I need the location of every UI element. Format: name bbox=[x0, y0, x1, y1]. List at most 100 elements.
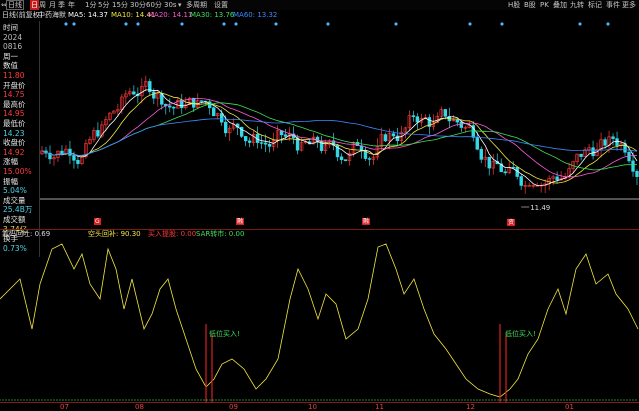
event-tag-2[interactable]: 融 bbox=[362, 218, 371, 225]
period-tab-12[interactable]: 30s bbox=[164, 0, 177, 10]
candle bbox=[216, 112, 220, 120]
indicator-legend-item-1: 买入提股: 0.00 bbox=[148, 230, 197, 238]
candle bbox=[259, 134, 264, 149]
candle bbox=[515, 166, 519, 180]
candle bbox=[531, 184, 535, 189]
info-field-7: 14.75 bbox=[3, 90, 25, 100]
period-tab-10[interactable]: 30分 bbox=[130, 0, 146, 10]
indicator-line bbox=[0, 243, 639, 398]
candle bbox=[447, 107, 452, 129]
ma30-line bbox=[41, 102, 637, 171]
candle bbox=[343, 159, 348, 162]
candle bbox=[551, 174, 555, 186]
candle bbox=[140, 78, 144, 104]
event-marker-diamond bbox=[274, 22, 278, 26]
period-tab-11[interactable]: 60分 bbox=[146, 0, 162, 10]
info-field-15: 15.00% bbox=[3, 167, 32, 176]
pk-icon[interactable]: PK bbox=[540, 0, 549, 10]
candle bbox=[571, 160, 575, 173]
month-tick-1: 08 bbox=[135, 403, 144, 411]
info-field-20: 成交额 bbox=[3, 215, 26, 224]
nine-turn-icon[interactable]: 九转 bbox=[570, 0, 584, 10]
ma-legend-item-2[interactable]: MA20: 14.11 bbox=[148, 10, 192, 21]
info-field-9: 14.95 bbox=[3, 109, 25, 119]
candle bbox=[575, 153, 579, 166]
period-tab-3[interactable]: 周 bbox=[39, 0, 46, 10]
candle bbox=[623, 139, 627, 156]
candle bbox=[204, 100, 208, 105]
period-tab-7[interactable]: 1分 bbox=[85, 0, 96, 10]
period-tab-8[interactable]: 5分 bbox=[98, 0, 109, 10]
candle bbox=[148, 78, 152, 95]
period-tab-2[interactable]: 日 bbox=[30, 0, 39, 10]
period-tab-15[interactable]: 设置 bbox=[214, 0, 228, 10]
mark-icon[interactable]: 标记 bbox=[588, 0, 602, 10]
event-tag-0[interactable]: G bbox=[94, 218, 101, 225]
candle bbox=[68, 140, 72, 164]
candle bbox=[76, 156, 80, 169]
candle bbox=[40, 145, 44, 155]
candle bbox=[487, 156, 491, 176]
candle bbox=[407, 110, 412, 131]
overlay-icon[interactable]: 叠加 bbox=[553, 0, 567, 10]
candle bbox=[335, 143, 340, 162]
period-tab-9[interactable]: 15分 bbox=[112, 0, 128, 10]
info-field-2: 0816 bbox=[3, 42, 23, 52]
hk-share-icon[interactable]: H股 bbox=[508, 0, 520, 10]
candle bbox=[635, 169, 639, 185]
candle bbox=[168, 98, 172, 113]
candle bbox=[491, 154, 495, 175]
candle bbox=[235, 123, 240, 135]
ma10-line bbox=[41, 91, 638, 184]
ma-legend-item-0[interactable]: MA5: 14.37 bbox=[68, 10, 108, 21]
candle bbox=[379, 127, 384, 151]
ma60-line bbox=[41, 118, 638, 156]
info-field-19: 25.4B万 bbox=[3, 205, 33, 215]
candlestick-chart[interactable]: 11.49 bbox=[40, 21, 639, 211]
period-tab-13[interactable]: ▾ bbox=[178, 0, 182, 10]
indicator-chart[interactable] bbox=[0, 239, 639, 402]
info-field-12: 收盘价 bbox=[3, 138, 26, 148]
info-field-17: 5.04% bbox=[3, 186, 27, 196]
candle bbox=[108, 111, 112, 122]
indicator-legend: 筹码回吐: 0.69 空头回补: 90.30 买入提股: 0.00 SAR转市: 0.… bbox=[0, 229, 639, 239]
ma20-line bbox=[41, 97, 638, 178]
candle bbox=[439, 106, 444, 119]
info-field-5: 11.80 bbox=[3, 71, 25, 80]
candle bbox=[208, 99, 212, 115]
event-marker-diamond bbox=[500, 22, 504, 26]
period-tab-14[interactable]: 多周期 bbox=[186, 0, 207, 10]
candle bbox=[471, 121, 475, 142]
event-tag-3[interactable]: 资 bbox=[507, 219, 516, 226]
info-field-1: 2024 bbox=[3, 32, 23, 42]
buy-signal-label-0: 低位买入! bbox=[209, 330, 240, 338]
candle bbox=[363, 146, 368, 162]
indicator-legend-item-2: SAR转市: 0.00 bbox=[196, 230, 245, 238]
event-marker-diamond bbox=[394, 22, 398, 26]
candle bbox=[479, 146, 483, 164]
info-field-14: 涨幅 bbox=[3, 157, 18, 167]
indicator-title[interactable]: 筹码回吐: 0.69 bbox=[2, 229, 50, 239]
event-icon[interactable]: 事件 bbox=[606, 0, 620, 10]
event-marker-diamond bbox=[124, 22, 128, 26]
candle bbox=[579, 153, 583, 161]
info-field-18: 成交量 bbox=[3, 195, 26, 205]
ma-legend-item-3[interactable]: MA30: 13.76 bbox=[190, 10, 234, 21]
period-tab-5[interactable]: 季 bbox=[58, 0, 65, 10]
ma-legend-item-4[interactable]: MA60: 13.32 bbox=[233, 10, 277, 21]
b-share-icon[interactable]: B股 bbox=[524, 0, 536, 10]
more-icon[interactable]: 更多 bbox=[622, 0, 636, 10]
period-tab-4[interactable]: 月 bbox=[49, 0, 56, 10]
period-tab-6[interactable]: 年 bbox=[68, 0, 75, 10]
candle bbox=[583, 146, 587, 157]
low-price-label: 11.49 bbox=[530, 204, 550, 211]
event-tag-1[interactable]: 融 bbox=[236, 218, 245, 225]
candle bbox=[227, 125, 232, 141]
candle bbox=[415, 113, 420, 130]
chart-mode-label[interactable]: 日线(前复权) bbox=[2, 10, 42, 21]
month-tick-4: 11 bbox=[375, 403, 384, 411]
period-tab-1[interactable]: 日线 bbox=[6, 0, 24, 10]
info-field-13: 14.92 bbox=[3, 147, 25, 157]
date-axis: 07 08 09 10 11 12 01 bbox=[0, 402, 639, 411]
candle bbox=[184, 97, 188, 110]
